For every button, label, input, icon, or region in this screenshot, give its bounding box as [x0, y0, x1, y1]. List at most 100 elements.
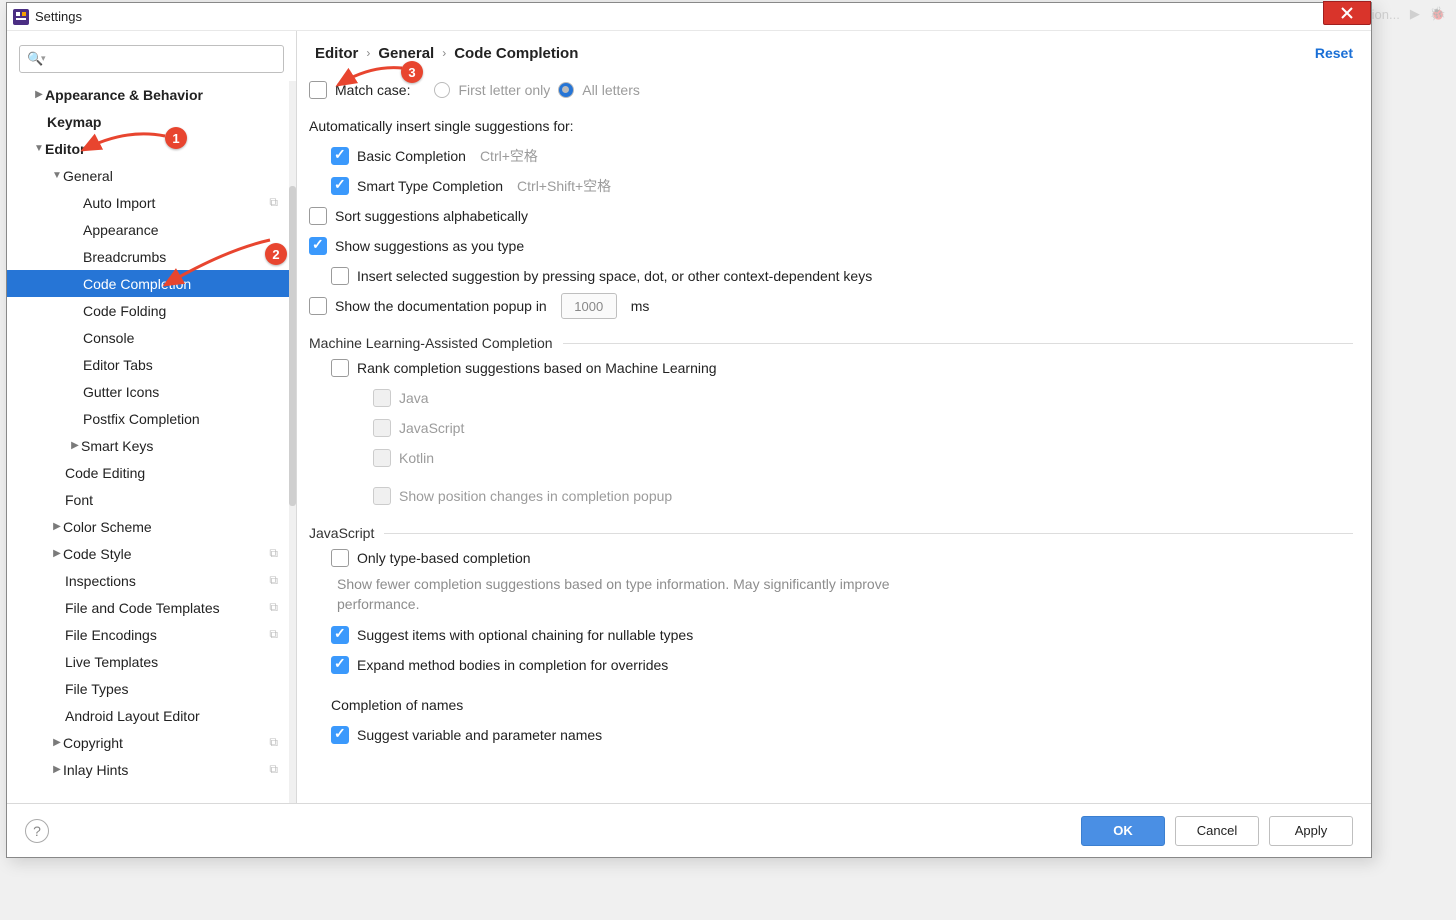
reset-link[interactable]: Reset — [1315, 45, 1353, 61]
tree-item-label: Keymap — [47, 114, 278, 130]
smart-completion-label: Smart Type Completion — [357, 178, 503, 194]
only-type-based-checkbox[interactable] — [331, 549, 349, 567]
auto-insert-heading: Automatically insert single suggestions … — [309, 111, 1353, 141]
tree-item-file-encodings[interactable]: File Encodings⧉ — [7, 621, 296, 648]
smart-completion-checkbox[interactable] — [331, 177, 349, 195]
copy-settings-icon: ⧉ — [269, 573, 278, 588]
tree-item-code-style[interactable]: ▶Code Style⧉ — [7, 540, 296, 567]
tree-item-appearance[interactable]: Appearance — [7, 216, 296, 243]
only-type-based-hint: Show fewer completion suggestions based … — [309, 575, 949, 614]
tree-item-code-editing[interactable]: Code Editing — [7, 459, 296, 486]
apply-button[interactable]: Apply — [1269, 816, 1353, 846]
breadcrumb-general[interactable]: General — [378, 45, 434, 62]
ml-kotlin-label: Kotlin — [399, 450, 434, 466]
basic-completion-shortcut: Ctrl+空格 — [480, 146, 538, 166]
breadcrumb-code-completion: Code Completion — [454, 45, 578, 62]
tree-item-copyright[interactable]: ▶Copyright⧉ — [7, 729, 296, 756]
settings-search-input[interactable] — [19, 45, 284, 73]
tree-item-color-scheme[interactable]: ▶Color Scheme — [7, 513, 296, 540]
tree-item-gutter-icons[interactable]: Gutter Icons — [7, 378, 296, 405]
ms-label: ms — [631, 298, 650, 314]
tree-item-label: File and Code Templates — [65, 600, 269, 616]
tree-item-file-types[interactable]: File Types — [7, 675, 296, 702]
sidebar-scroll-thumb[interactable] — [289, 186, 296, 506]
tree-item-label: Android Layout Editor — [65, 708, 278, 724]
basic-completion-label: Basic Completion — [357, 148, 466, 164]
expand-method-bodies-label: Expand method bodies in completion for o… — [357, 657, 668, 673]
tree-item-editor[interactable]: ▼Editor — [7, 135, 296, 162]
doc-popup-ms-input[interactable] — [561, 293, 617, 319]
tree-item-label: Copyright — [63, 735, 269, 751]
annotation-badge-1: 1 — [165, 127, 187, 149]
cancel-button[interactable]: Cancel — [1175, 816, 1259, 846]
tree-item-smart-keys[interactable]: ▶Smart Keys — [7, 432, 296, 459]
tree-item-live-templates[interactable]: Live Templates — [7, 648, 296, 675]
tree-item-appearance-behavior[interactable]: ▶Appearance & Behavior — [7, 81, 296, 108]
show-as-you-type-checkbox[interactable] — [309, 237, 327, 255]
suggest-variable-names-label: Suggest variable and parameter names — [357, 727, 602, 743]
breadcrumb-editor[interactable]: Editor — [315, 45, 358, 62]
help-icon: ? — [33, 823, 41, 839]
ok-button[interactable]: OK — [1081, 816, 1165, 846]
tree-item-postfix-completion[interactable]: Postfix Completion — [7, 405, 296, 432]
show-doc-popup-checkbox[interactable] — [309, 297, 327, 315]
help-button[interactable]: ? — [25, 819, 49, 843]
tree-item-general[interactable]: ▼General — [7, 162, 296, 189]
tree-item-label: Color Scheme — [63, 519, 278, 535]
rank-ml-label: Rank completion suggestions based on Mac… — [357, 360, 717, 376]
tree-item-label: Breadcrumbs — [83, 249, 278, 265]
match-case-label: Match case: — [335, 82, 410, 98]
divider — [563, 343, 1353, 344]
tree-item-label: Code Folding — [83, 303, 278, 319]
suggest-variable-names-checkbox[interactable] — [331, 726, 349, 744]
ml-kotlin-checkbox[interactable] — [373, 449, 391, 467]
tree-item-file-and-code-templates[interactable]: File and Code Templates⧉ — [7, 594, 296, 621]
show-position-changes-checkbox[interactable] — [373, 487, 391, 505]
chevron-right-icon: › — [366, 46, 370, 60]
tree-item-code-folding[interactable]: Code Folding — [7, 297, 296, 324]
sort-alpha-checkbox[interactable] — [309, 207, 327, 225]
search-dropdown-icon[interactable]: ▾ — [41, 53, 46, 64]
insert-selected-checkbox[interactable] — [331, 267, 349, 285]
tree-item-label: Gutter Icons — [83, 384, 278, 400]
sidebar-scrollbar[interactable] — [289, 81, 296, 803]
chevron-right-icon: › — [442, 46, 446, 60]
ml-javascript-checkbox[interactable] — [373, 419, 391, 437]
rank-ml-checkbox[interactable] — [331, 359, 349, 377]
copy-settings-icon: ⧉ — [269, 627, 278, 642]
settings-tree[interactable]: ▶Appearance & Behavior Keymap ▼Editor▼Gene… — [7, 81, 296, 803]
tree-item-label: Editor Tabs — [83, 357, 278, 373]
smart-completion-shortcut: Ctrl+Shift+空格 — [517, 176, 611, 196]
tree-item-code-completion[interactable]: Code Completion — [7, 270, 296, 297]
show-doc-popup-label: Show the documentation popup in — [335, 298, 547, 314]
ml-assisted-heading: Machine Learning-Assisted Completion — [309, 335, 553, 351]
tree-item-inspections[interactable]: Inspections⧉ — [7, 567, 296, 594]
expand-method-bodies-checkbox[interactable] — [331, 656, 349, 674]
tree-item-keymap[interactable]: Keymap — [7, 108, 296, 135]
basic-completion-checkbox[interactable] — [331, 147, 349, 165]
titlebar: Settings — [7, 3, 1371, 31]
window-close-button[interactable] — [1323, 1, 1371, 25]
dialog-title: Settings — [35, 9, 82, 24]
tree-item-android-layout-editor[interactable]: Android Layout Editor — [7, 702, 296, 729]
first-letter-only-radio[interactable] — [434, 82, 450, 98]
tree-item-label: Auto Import — [83, 195, 269, 211]
match-case-checkbox[interactable] — [309, 81, 327, 99]
tree-item-label: Postfix Completion — [83, 411, 278, 427]
main-panel: Editor › General › Code Completion Reset… — [297, 31, 1371, 803]
tree-item-console[interactable]: Console — [7, 324, 296, 351]
tree-item-label: File Types — [65, 681, 278, 697]
dialog-body: 🔍 ▾ ▶Appearance & BehaviorKeymap▼Editor▼… — [7, 31, 1371, 803]
copy-settings-icon: ⧉ — [269, 762, 278, 777]
tree-item-font[interactable]: Font — [7, 486, 296, 513]
suggest-optional-chaining-checkbox[interactable] — [331, 626, 349, 644]
ml-java-checkbox[interactable] — [373, 389, 391, 407]
all-letters-radio[interactable] — [558, 82, 574, 98]
tree-item-label: Smart Keys — [81, 438, 278, 454]
tree-item-breadcrumbs[interactable]: Breadcrumbs — [7, 243, 296, 270]
tree-item-label: File Encodings — [65, 627, 269, 643]
tree-item-inlay-hints[interactable]: ▶Inlay Hints⧉ — [7, 756, 296, 783]
tree-arrow-icon: ▶ — [33, 89, 45, 100]
tree-item-auto-import[interactable]: Auto Import⧉ — [7, 189, 296, 216]
tree-item-editor-tabs[interactable]: Editor Tabs — [7, 351, 296, 378]
